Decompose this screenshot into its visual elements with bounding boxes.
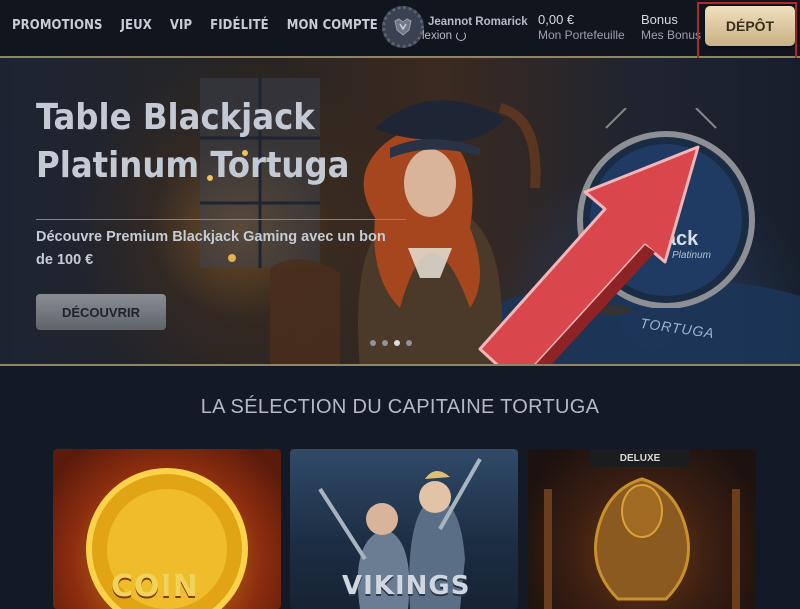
- nav-jeux[interactable]: JEUX: [121, 18, 152, 33]
- main-nav: PROMOTIONS JEUX VIP FIDÉLITÉ MON COMPTE: [12, 18, 396, 33]
- game-card-deluxe[interactable]: DELUXE: [528, 449, 756, 609]
- serpent-art: [544, 477, 740, 609]
- carousel-dot[interactable]: [394, 340, 400, 346]
- nav-fidelite[interactable]: FIDÉLITÉ: [210, 18, 269, 33]
- nav-vip[interactable]: VIP: [170, 18, 192, 33]
- carousel-dot[interactable]: [406, 340, 412, 346]
- carousel-dot[interactable]: [382, 340, 388, 346]
- bonus[interactable]: Bonus Mes Bonus: [641, 12, 701, 42]
- crest-icon[interactable]: [382, 6, 424, 48]
- hero-banner[interactable]: Blackjack Platinum TORTUGA Table Blackja…: [0, 58, 800, 364]
- game-title-vikings: VIKINGS: [342, 571, 471, 601]
- deluxe-badge: DELUXE: [590, 449, 690, 467]
- wallet[interactable]: 0,00 € Mon Portefeuille: [538, 12, 625, 42]
- discover-button[interactable]: DÉCOUVRIR: [36, 294, 166, 330]
- hero-title: Table Blackjack Platinum Tortuga: [36, 97, 350, 186]
- carousel-dot[interactable]: [370, 340, 376, 346]
- hero-subtitle: Découvre Premium Blackjack Gaming avec u…: [36, 229, 386, 268]
- hero-bottom-border: [0, 364, 800, 366]
- deposit-button[interactable]: DÉPÔT: [705, 6, 795, 46]
- logout-link[interactable]: lexion: [422, 30, 467, 42]
- nav-promotions[interactable]: PROMOTIONS: [12, 18, 103, 33]
- game-card-vikings[interactable]: VIKINGS: [290, 449, 518, 609]
- carousel-dots: [370, 340, 412, 346]
- hero-divider: [36, 219, 406, 220]
- user-profile[interactable]: Jeannot Romarick lexion: [382, 6, 532, 50]
- bonus-title: Bonus: [641, 12, 678, 27]
- power-icon[interactable]: [456, 31, 467, 41]
- game-card-coin[interactable]: COIN: [53, 449, 281, 609]
- user-name: Jeannot Romarick: [428, 16, 528, 28]
- wallet-label: Mon Portefeuille: [538, 28, 625, 42]
- top-navigation-bar: PROMOTIONS JEUX VIP FIDÉLITÉ MON COMPTE …: [0, 0, 800, 58]
- logout-label: lexion: [422, 30, 453, 42]
- section-title: LA SÉLECTION DU CAPITAINE TORTUGA: [200, 396, 600, 418]
- bonus-label: Mes Bonus: [641, 28, 702, 42]
- wallet-amount: 0,00 €: [538, 12, 575, 27]
- red-arrow-annotation: [478, 145, 700, 364]
- game-title-coin: COIN: [111, 569, 199, 604]
- nav-mon-compte[interactable]: MON COMPTE: [287, 18, 378, 33]
